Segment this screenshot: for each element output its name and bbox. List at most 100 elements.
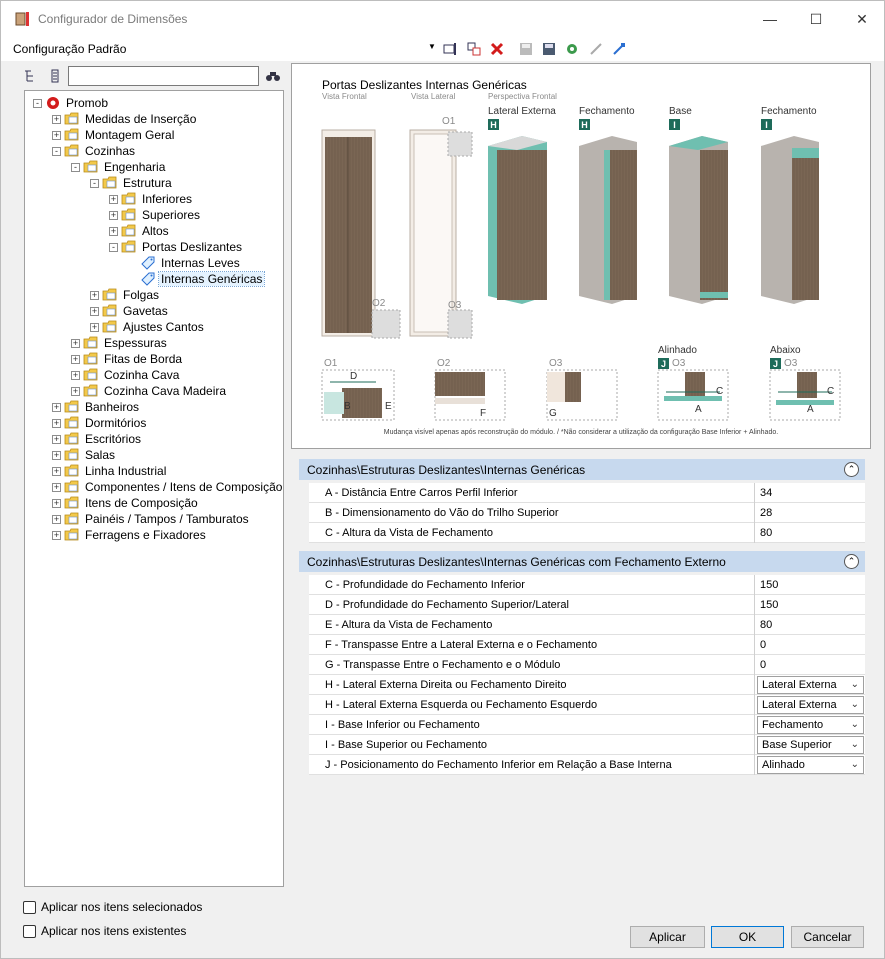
property-group-header[interactable]: Cozinhas\Estruturas Deslizantes\Internas… — [299, 459, 865, 480]
category-tree[interactable]: - Promob + Medidas de Inserção + Montagem Ger… — [24, 90, 284, 887]
tree-item[interactable]: + Montagem Geral — [52, 127, 176, 143]
expand-icon[interactable] — [610, 40, 628, 58]
tree-item[interactable]: - Promob — [33, 95, 110, 111]
expand-toggle-icon[interactable]: + — [109, 194, 118, 204]
expand-toggle-icon[interactable]: + — [71, 338, 80, 348]
expand-toggle-icon[interactable]: + — [90, 322, 99, 332]
save-icon[interactable] — [517, 40, 535, 58]
chevron-down-icon[interactable]: ⌄ — [851, 679, 859, 690]
chevron-down-icon[interactable]: ⌄ — [851, 719, 859, 730]
tree-item[interactable]: + Ferragens e Fixadores — [52, 527, 208, 543]
tree-item[interactable]: + Fitas de Borda — [71, 351, 184, 367]
cancel-button[interactable]: Cancelar — [791, 926, 864, 948]
tree-item[interactable]: + Ajustes Cantos — [90, 319, 206, 335]
tree-item[interactable]: + Espessuras — [71, 335, 169, 351]
property-value-input[interactable]: 34 — [756, 483, 865, 503]
chevron-down-icon[interactable]: ⌄ — [851, 759, 859, 770]
collapse-toggle-icon[interactable]: - — [52, 146, 61, 156]
tree-item[interactable]: Internas Leves — [128, 255, 242, 271]
find-icon[interactable] — [265, 68, 281, 84]
expand-toggle-icon[interactable]: + — [52, 498, 61, 508]
collapse-toggle-icon[interactable]: - — [90, 178, 99, 188]
tree-item[interactable]: + Itens de Composição — [52, 495, 200, 511]
apply-existing-option[interactable]: Aplicar nos itens existentes — [23, 924, 186, 938]
copy-config-icon[interactable] — [465, 40, 483, 58]
expand-toggle-icon[interactable]: + — [52, 402, 61, 412]
expand-toggle-icon[interactable]: + — [52, 130, 61, 140]
expand-toggle-icon[interactable]: + — [52, 530, 61, 540]
tree-item[interactable]: + Cozinha Cava Madeira — [71, 383, 228, 399]
collapse-toggle-icon[interactable]: - — [33, 98, 42, 108]
delete-config-icon[interactable] — [488, 40, 506, 58]
tree-item[interactable]: + Componentes / Itens de Composição — [52, 479, 283, 495]
property-dropdown[interactable]: Lateral Externa ⌄ — [757, 696, 864, 714]
expand-toggle-icon[interactable]: + — [52, 466, 61, 476]
chevron-down-icon[interactable]: ⌄ — [851, 699, 859, 710]
tree-item[interactable]: Internas Genéricas — [128, 271, 266, 287]
expand-toggle-icon[interactable]: + — [90, 290, 99, 300]
tree-item[interactable]: + Superiores — [109, 207, 202, 223]
property-value-input[interactable]: 0 — [756, 655, 865, 675]
collapse-toggle-icon[interactable]: - — [71, 162, 80, 172]
property-value-input[interactable]: 150 — [756, 595, 865, 615]
property-value-input[interactable]: 80 — [756, 523, 865, 543]
configuration-dropdown-arrow[interactable]: ▼ — [428, 42, 436, 51]
expand-toggle-icon[interactable]: + — [109, 226, 118, 236]
tree-item[interactable]: - Portas Deslizantes — [109, 239, 244, 255]
property-dropdown[interactable]: Fechamento ⌄ — [757, 716, 864, 734]
tree-search-input[interactable] — [68, 66, 259, 86]
property-group-header[interactable]: Cozinhas\Estruturas Deslizantes\Internas… — [299, 551, 865, 572]
apply-selected-option[interactable]: Aplicar nos itens selecionados — [23, 900, 202, 914]
tree-item[interactable]: + Painéis / Tampos / Tamburatos — [52, 511, 251, 527]
expand-toggle-icon[interactable]: + — [52, 450, 61, 460]
expand-toggle-icon[interactable]: + — [90, 306, 99, 316]
expand-toggle-icon[interactable]: + — [52, 514, 61, 524]
expand-toggle-icon[interactable]: + — [52, 434, 61, 444]
apply-selected-checkbox[interactable] — [23, 900, 36, 914]
settings-icon[interactable] — [563, 40, 581, 58]
new-config-icon[interactable] — [441, 40, 459, 58]
expand-toggle-icon[interactable]: + — [52, 418, 61, 428]
collapse-tree-icon[interactable] — [47, 68, 63, 84]
apply-button[interactable]: Aplicar — [630, 926, 705, 948]
ok-button[interactable]: OK — [711, 926, 784, 948]
property-dropdown[interactable]: Base Superior ⌄ — [757, 736, 864, 754]
expand-toggle-icon[interactable]: + — [109, 210, 118, 220]
expand-tree-icon[interactable] — [23, 68, 39, 84]
expand-toggle-icon[interactable]: + — [71, 370, 80, 380]
property-dropdown[interactable]: Lateral Externa ⌄ — [757, 676, 864, 694]
property-dropdown[interactable]: Alinhado ⌄ — [757, 756, 864, 774]
tree-item[interactable]: + Linha Industrial — [52, 463, 168, 479]
maximize-button[interactable]: ☐ — [793, 1, 839, 37]
tree-item[interactable]: + Inferiores — [109, 191, 194, 207]
property-value-input[interactable]: 80 — [756, 615, 865, 635]
property-value-input[interactable]: 0 — [756, 635, 865, 655]
close-button[interactable]: ✕ — [839, 1, 885, 37]
chevron-down-icon[interactable]: ⌄ — [851, 739, 859, 750]
tree-item[interactable]: + Folgas — [90, 287, 161, 303]
tree-item[interactable]: - Cozinhas — [52, 143, 137, 159]
tree-item[interactable]: + Banheiros — [52, 399, 141, 415]
tree-item[interactable]: + Dormitórios — [52, 415, 148, 431]
tree-item[interactable]: - Engenharia — [71, 159, 167, 175]
save-as-icon[interactable] — [540, 40, 558, 58]
expand-toggle-icon[interactable]: + — [52, 482, 61, 492]
collapse-group-icon[interactable]: ⌃ — [844, 462, 859, 477]
tree-item[interactable]: - Estrutura — [90, 175, 174, 191]
collapse-icon[interactable] — [587, 40, 605, 58]
tree-item[interactable]: + Salas — [52, 447, 117, 463]
expand-toggle-icon[interactable]: + — [71, 386, 80, 396]
expand-toggle-icon[interactable]: + — [71, 354, 80, 364]
tree-item[interactable]: + Escritórios — [52, 431, 143, 447]
configuration-selector[interactable]: Configuração Padrão — [13, 42, 126, 56]
collapse-toggle-icon[interactable]: - — [109, 242, 118, 252]
collapse-group-icon[interactable]: ⌃ — [844, 554, 859, 569]
tree-item[interactable]: + Altos — [109, 223, 171, 239]
expand-toggle-icon[interactable]: + — [52, 114, 61, 124]
property-value-input[interactable]: 28 — [756, 503, 865, 523]
tree-item[interactable]: + Medidas de Inserção — [52, 111, 198, 127]
property-value-input[interactable]: 150 — [756, 575, 865, 595]
tree-item[interactable]: + Gavetas — [90, 303, 170, 319]
tree-item[interactable]: + Cozinha Cava — [71, 367, 181, 383]
minimize-button[interactable]: — — [747, 1, 793, 37]
